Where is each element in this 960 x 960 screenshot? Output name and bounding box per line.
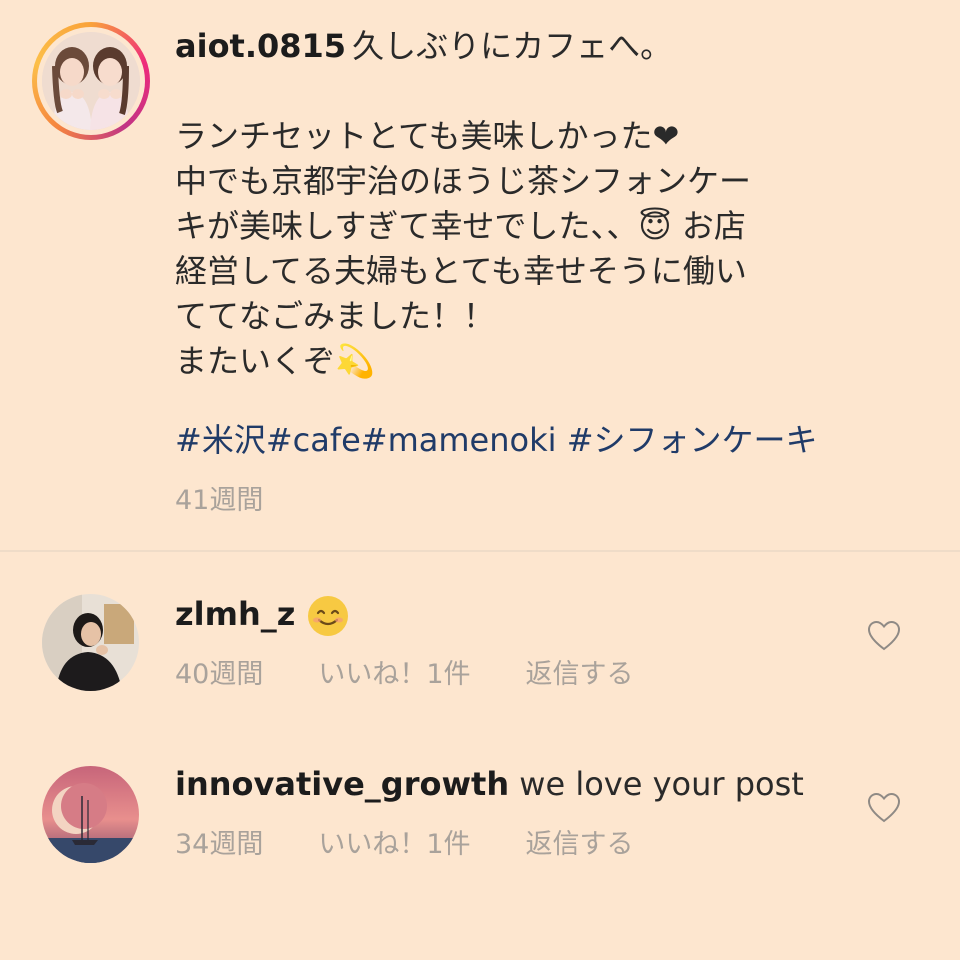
commenter-avatar[interactable]: [42, 594, 139, 691]
comment-meta: 34週間 いいね！1件 返信する: [175, 822, 634, 861]
avatar-ring-inner: [37, 27, 145, 135]
commenter-avatar-photo: [42, 594, 139, 691]
post-caption-section: aiot.0815 久しぶりにカフェへ。 ランチセットとても美味しかった❤︎ 中で…: [0, 0, 960, 550]
author-avatar[interactable]: [32, 22, 150, 140]
comment-likes[interactable]: いいね！1件: [318, 652, 470, 691]
hashtags[interactable]: #米沢#cafe#mamenoki #シフォンケーキ: [175, 418, 818, 463]
caption-line-5: キが美味しすぎて幸せでした、、😇 お店: [175, 207, 746, 245]
caption-line-4: 中でも京都宇治のほうじ茶シフォンケー: [175, 162, 752, 200]
caption-line-8: またいくぞ💫: [175, 342, 375, 380]
commenter-username[interactable]: zlmh_z: [175, 595, 295, 633]
commenter-avatar[interactable]: [42, 766, 139, 863]
caption-line-6: 経営してる夫婦もとても幸せそうに働い: [175, 252, 747, 290]
reply-button[interactable]: 返信する: [526, 652, 634, 691]
comment-meta: 40週間 いいね！1件 返信する: [175, 652, 634, 691]
caption-line-7: ててなごみました！！: [175, 297, 496, 335]
comment-item: zlmh_z 40週間 いいね！1件 返信する: [0, 590, 960, 710]
avatar-illustration: [42, 32, 140, 130]
comment-timestamp: 34週間: [175, 829, 264, 860]
comment-likes[interactable]: いいね！1件: [318, 822, 470, 861]
author-username[interactable]: aiot.0815: [175, 27, 346, 65]
heart-icon[interactable]: [866, 790, 902, 826]
smile-emoji-icon: [307, 596, 348, 636]
comment-body: [306, 595, 350, 636]
comment-text: zlmh_z: [175, 590, 350, 638]
caption-line-3: ランチセットとても美味しかった❤︎: [175, 117, 680, 155]
divider: [0, 550, 960, 552]
comment-text: innovative_growth we love your post: [175, 760, 804, 808]
commenter-avatar-photo: [42, 766, 139, 863]
caption-text: aiot.0815 久しぶりにカフェへ。 ランチセットとても美味しかった❤︎ 中で…: [175, 24, 935, 384]
commenter-username[interactable]: innovative_growth: [175, 765, 509, 803]
caption-line-1: 久しぶりにカフェへ。: [352, 27, 673, 65]
author-avatar-photo: [42, 32, 140, 130]
heart-icon[interactable]: [866, 618, 902, 654]
comment-timestamp: 40週間: [175, 659, 264, 690]
comment-body: we love your post: [519, 765, 804, 803]
comment-item: innovative_growth we love your post 34週間…: [0, 760, 960, 880]
reply-button[interactable]: 返信する: [526, 822, 634, 861]
caption-blank-line: [175, 69, 935, 114]
post-timestamp: 41週間: [175, 485, 264, 516]
